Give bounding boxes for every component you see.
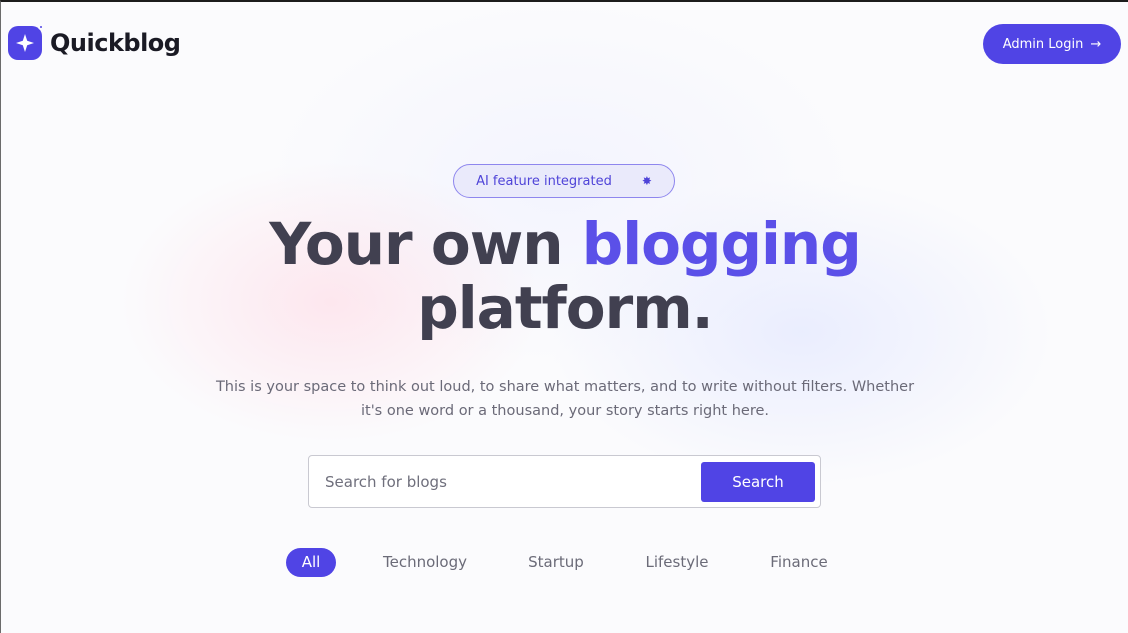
- search-form: Search: [308, 455, 821, 508]
- page-title: Your own blogging platform.: [1, 212, 1128, 340]
- badge-text: AI feature integrated: [476, 173, 612, 189]
- category-filter: All Technology Startup Lifestyle Finance: [1, 548, 1128, 578]
- category-lifestyle[interactable]: Lifestyle: [641, 548, 713, 577]
- page: Quickblog Admin Login → AI feature integ…: [0, 0, 1128, 633]
- headline-part2: platform.: [417, 274, 713, 342]
- hero-subtitle: This is your space to think out loud, to…: [215, 379, 915, 419]
- admin-login-button[interactable]: Admin Login →: [983, 24, 1121, 64]
- star-icon: ✸: [641, 174, 652, 188]
- headline-accent: blogging: [581, 210, 862, 278]
- ai-feature-badge: AI feature integrated ✸: [453, 164, 675, 198]
- category-finance[interactable]: Finance: [764, 548, 834, 577]
- search-button[interactable]: Search: [701, 462, 815, 502]
- search-input[interactable]: [325, 469, 695, 495]
- category-technology[interactable]: Technology: [376, 548, 474, 577]
- logo[interactable]: Quickblog: [8, 24, 181, 62]
- arrow-right-icon: →: [1090, 36, 1102, 52]
- category-all[interactable]: All: [286, 548, 336, 577]
- admin-login-label: Admin Login: [1002, 36, 1084, 52]
- category-startup[interactable]: Startup: [521, 548, 591, 577]
- headline-part1: Your own: [269, 210, 563, 278]
- sparkle-icon: [8, 24, 44, 60]
- logo-text: Quickblog: [50, 29, 181, 57]
